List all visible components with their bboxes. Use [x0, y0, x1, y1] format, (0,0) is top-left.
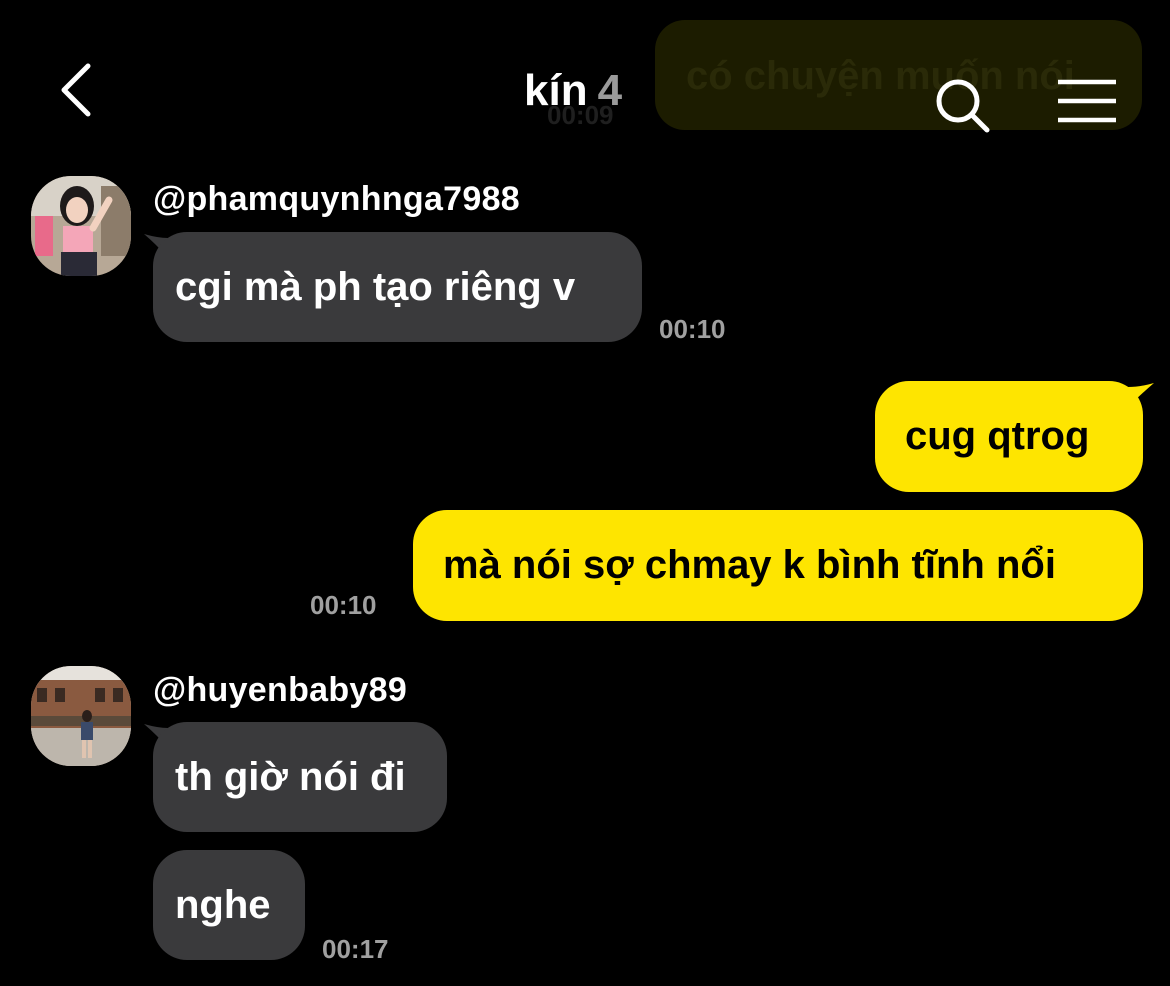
avatar-huyenbaby89[interactable]	[31, 666, 131, 766]
sender-username[interactable]: @phamquynhnga7988	[153, 180, 520, 219]
incoming-message-bubble[interactable]: th giờ nói đi	[153, 722, 447, 832]
search-icon[interactable]	[932, 76, 992, 136]
hamburger-menu-icon[interactable]	[1056, 78, 1118, 124]
message-text: cgi mà ph tạo riêng v	[175, 264, 576, 309]
outgoing-message-bubble[interactable]: cug qtrog	[875, 381, 1143, 492]
faded-message-text: có chuyện muốn nói	[686, 54, 1075, 98]
message-timestamp: 00:17	[322, 934, 389, 964]
avatar-phamquynhnga7988[interactable]	[31, 176, 131, 276]
message-timestamp: 00:10	[659, 314, 726, 344]
chevron-left-icon[interactable]	[56, 60, 96, 120]
message-timestamp: 00:10	[310, 590, 377, 620]
member-count: 4	[597, 66, 623, 115]
sender-username[interactable]: @huyenbaby89	[153, 671, 407, 710]
message-text: nghe	[175, 882, 271, 927]
message-text: cug qtrog	[905, 414, 1090, 458]
message-text: mà nói sợ chmay k bình tĩnh nổi	[443, 543, 1056, 587]
message-text: th giờ nói đi	[175, 754, 406, 799]
chat-title: kín 4	[524, 66, 622, 116]
incoming-message-bubble[interactable]: cgi mà ph tạo riêng v	[153, 232, 642, 342]
incoming-message-bubble[interactable]: nghe	[153, 850, 305, 960]
chat-name: kín	[524, 66, 588, 115]
outgoing-message-bubble[interactable]: mà nói sợ chmay k bình tĩnh nổi	[413, 510, 1143, 621]
